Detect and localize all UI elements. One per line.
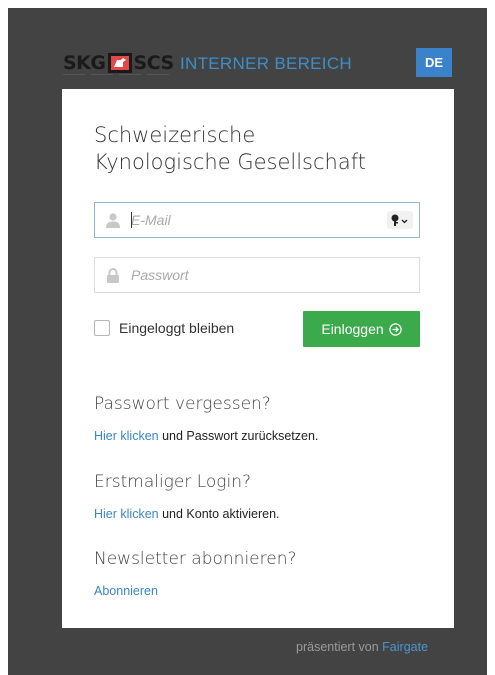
organization-name-line1: Schweizerische — [94, 123, 256, 147]
newsletter-title: Newsletter abonnieren? — [94, 549, 297, 569]
user-icon — [95, 203, 131, 237]
first-login-title: Erstmaliger Login? — [94, 472, 252, 492]
forgot-password-link[interactable]: Hier klicken — [94, 429, 159, 443]
arrow-circle-right-icon — [388, 322, 402, 336]
login-button[interactable]: Einloggen — [303, 311, 420, 347]
first-login-line: Hier klicken und Konto aktivieren. — [94, 507, 280, 521]
key-icon[interactable] — [387, 211, 413, 229]
login-button-label: Einloggen — [321, 321, 384, 337]
lock-icon — [95, 258, 131, 292]
fairgate-link[interactable]: Fairgate — [382, 640, 428, 654]
language-button[interactable]: DE — [416, 48, 452, 77]
login-card: Schweizerische Kynologische Gesellschaft — [62, 89, 454, 628]
organization-name-line2: Kynologische Gesellschaft — [94, 150, 366, 174]
organization-name: Schweizerische Kynologische Gesellschaft — [94, 122, 434, 176]
logo-text-right: SCS — [133, 52, 175, 74]
forgot-password-text: und Passwort zurücksetzen. — [158, 429, 319, 443]
email-input[interactable] — [131, 205, 371, 235]
password-input[interactable] — [131, 260, 371, 290]
area-title: INTERNER BEREICH — [180, 54, 352, 73]
email-field[interactable] — [94, 202, 420, 238]
first-login-link[interactable]: Hier klicken — [94, 507, 159, 521]
remember-checkbox[interactable] — [94, 320, 110, 336]
footer-credit: präsentiert von Fairgate — [296, 640, 428, 654]
newsletter-line: Abonnieren — [94, 584, 158, 598]
logo-text-left: SKG — [63, 52, 106, 74]
text-caret — [131, 212, 132, 228]
remember-me[interactable]: Eingeloggt bleiben — [94, 320, 234, 336]
skg-logo: SKG SCS — [63, 52, 174, 74]
remember-label: Eingeloggt bleiben — [119, 320, 235, 336]
footer-text: präsentiert von — [296, 640, 383, 654]
logo-subline — [63, 74, 169, 77]
dog-icon — [107, 53, 133, 73]
newsletter-subscribe-link[interactable]: Abonnieren — [94, 584, 158, 598]
forgot-password-line: Hier klicken und Passwort zurücksetzen. — [94, 429, 318, 443]
forgot-password-title: Passwort vergessen? — [94, 394, 271, 414]
first-login-text: und Konto aktivieren. — [158, 507, 280, 521]
password-field[interactable] — [94, 257, 420, 293]
